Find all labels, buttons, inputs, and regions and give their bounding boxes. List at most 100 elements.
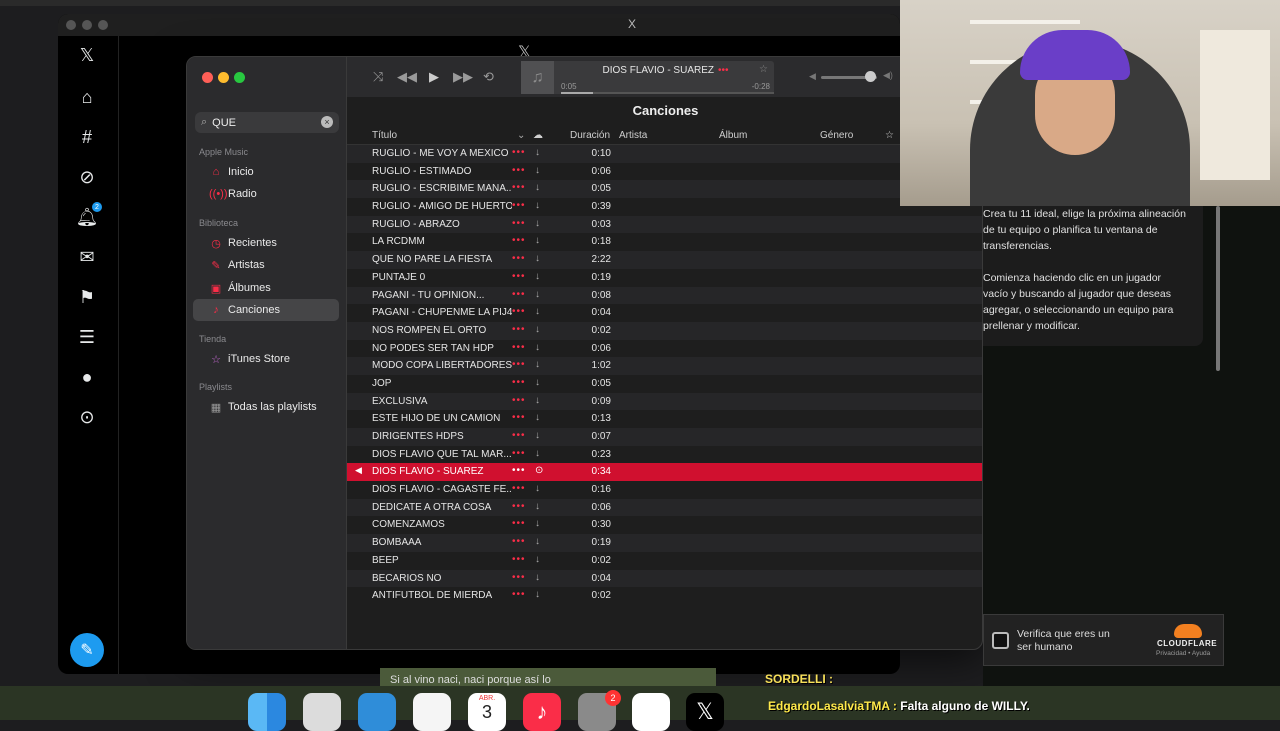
song-more-icon[interactable]: ••• xyxy=(512,395,526,406)
favorite-star-icon[interactable]: ☆ xyxy=(759,64,768,75)
search-input-value[interactable]: QUE xyxy=(212,117,236,129)
calendar-icon[interactable]: ABR. 3 xyxy=(468,693,506,731)
x-logo-icon[interactable]: 𝕏 xyxy=(74,42,100,68)
shuffle-icon[interactable]: ⤨ xyxy=(373,69,383,85)
window-minimize-button[interactable] xyxy=(82,20,92,30)
download-icon[interactable]: ⊙ xyxy=(535,465,543,476)
song-more-icon[interactable]: ••• xyxy=(512,483,526,494)
song-row[interactable]: RUGLIO - ME VOY A MEXICO ••• ↓ 0:10 xyxy=(347,145,982,163)
song-more-icon[interactable]: ••• xyxy=(512,430,526,441)
icloud-column-icon[interactable]: ☁ xyxy=(533,130,543,141)
song-more-icon[interactable]: ••• xyxy=(512,342,526,353)
song-row[interactable]: EXCLUSIVA ••• ↓ 0:09 xyxy=(347,392,982,411)
sort-chevron-icon[interactable]: ⌄ xyxy=(517,130,525,141)
song-row[interactable]: JOP ••• ↓ 0:05 xyxy=(347,375,982,393)
sidebar-item-canciones[interactable]: ♪ Canciones xyxy=(193,299,339,321)
close-window-button[interactable] xyxy=(202,72,213,83)
song-row[interactable]: DIOS FLAVIO QUE TAL MAR... ••• ↓ 0:23 xyxy=(347,446,982,464)
maximize-window-button[interactable] xyxy=(234,72,245,83)
song-more-icon[interactable]: ••• xyxy=(512,289,526,300)
download-icon[interactable]: ↓ xyxy=(535,218,540,229)
window-close-button[interactable] xyxy=(66,20,76,30)
song-more-icon[interactable]: ••• xyxy=(512,377,526,388)
song-row[interactable]: RUGLIO - ESCRIBIME MANA... ••• ↓ 0:05 xyxy=(347,180,982,199)
song-row[interactable]: NO PODES SER TAN HDP ••• ↓ 0:06 xyxy=(347,340,982,358)
column-genre[interactable]: Género xyxy=(820,130,853,141)
column-album[interactable]: Álbum xyxy=(719,130,747,141)
song-row[interactable]: RUGLIO - ABRAZO ••• ↓ 0:03 xyxy=(347,215,982,234)
song-row[interactable]: PUNTAJE 0 ••• ↓ 0:19 xyxy=(347,269,982,287)
download-icon[interactable]: ↓ xyxy=(535,306,540,317)
column-rating-star-icon[interactable]: ☆ xyxy=(885,130,894,141)
song-row[interactable]: DIOS FLAVIO - CAGASTE FE... ••• ↓ 0:16 xyxy=(347,481,982,499)
notifications-bell-icon[interactable]: 🔔︎ 2 xyxy=(74,202,102,230)
download-icon[interactable]: ↓ xyxy=(535,182,540,193)
x-app-icon[interactable]: 𝕏 xyxy=(686,693,724,731)
play-icon[interactable]: ▶ xyxy=(429,69,439,85)
download-icon[interactable]: ↓ xyxy=(535,165,540,176)
song-row[interactable]: BEEP ••• ↓ 0:02 xyxy=(347,552,982,570)
progress-scrubber[interactable] xyxy=(561,92,774,94)
song-more-icon[interactable]: ••• xyxy=(512,465,526,476)
song-row[interactable]: COMENZAMOS ••• ↓ 0:30 xyxy=(347,516,982,534)
song-row[interactable]: DIRIGENTES HDPS ••• ↓ 0:07 xyxy=(347,428,982,446)
sidebar-item-albumes[interactable]: ▣ Álbumes xyxy=(193,277,339,299)
song-more-icon[interactable]: ••• xyxy=(512,235,526,246)
download-icon[interactable]: ↓ xyxy=(535,324,540,335)
song-more-icon[interactable]: ••• xyxy=(512,218,526,229)
download-icon[interactable]: ↓ xyxy=(535,395,540,406)
profile-avatar-icon[interactable]: ● xyxy=(74,364,100,390)
song-more-icon[interactable]: ••• xyxy=(512,359,526,370)
grok-icon[interactable]: ⊘ xyxy=(74,164,100,190)
download-icon[interactable]: ↓ xyxy=(535,253,540,264)
song-more-icon[interactable]: ••• xyxy=(512,518,526,529)
song-row[interactable]: DEDICATE A OTRA COSA ••• ↓ 0:06 xyxy=(347,498,982,517)
song-more-icon[interactable]: ••• xyxy=(512,324,526,335)
finder-icon[interactable] xyxy=(248,693,286,731)
column-artist[interactable]: Artista xyxy=(619,130,647,141)
song-more-icon[interactable]: ••• xyxy=(512,536,526,547)
column-duration[interactable]: Duración xyxy=(570,130,610,141)
verify-checkbox[interactable] xyxy=(992,632,1009,649)
sidebar-item-todas-las-playlists[interactable]: ▦ Todas las playlists xyxy=(193,396,339,418)
sidebar-item-inicio[interactable]: ⌂ Inicio xyxy=(193,161,339,183)
download-icon[interactable]: ↓ xyxy=(535,271,540,282)
download-icon[interactable]: ↓ xyxy=(535,483,540,494)
song-row[interactable]: MODO COPA LIBERTADORES ••• ↓ 1:02 xyxy=(347,357,982,375)
slack-icon[interactable] xyxy=(632,693,670,731)
download-icon[interactable]: ↓ xyxy=(535,147,540,158)
download-icon[interactable]: ↓ xyxy=(535,200,540,211)
column-title[interactable]: Título xyxy=(372,130,397,141)
song-row[interactable]: PAGANI - TU OPINION... ••• ↓ 0:08 xyxy=(347,286,982,305)
cloudflare-links[interactable]: Privacidad • Ayuda xyxy=(1156,650,1210,657)
now-playing-display[interactable]: ♫ DIOS FLAVIO - SUAREZ ••• ☆ 0:05 -0:28 xyxy=(521,61,774,94)
messages-mail-icon[interactable]: ✉ xyxy=(74,244,100,270)
photos-icon[interactable] xyxy=(413,693,451,731)
sidebar-item-artistas[interactable]: ✎ Artistas xyxy=(193,254,339,276)
home-icon[interactable]: ⌂ xyxy=(74,84,100,110)
now-playing-more-icon[interactable]: ••• xyxy=(718,65,729,76)
search-field[interactable]: ⌕ QUE × xyxy=(195,112,339,133)
volume-knob[interactable] xyxy=(865,71,876,82)
song-more-icon[interactable]: ••• xyxy=(512,200,526,211)
safari-icon[interactable] xyxy=(358,693,396,731)
download-icon[interactable]: ↓ xyxy=(535,430,540,441)
download-icon[interactable]: ↓ xyxy=(535,572,540,583)
song-more-icon[interactable]: ••• xyxy=(512,572,526,583)
song-row[interactable]: RUGLIO - AMIGO DE HUERTO ••• ↓ 0:39 xyxy=(347,198,982,216)
song-more-icon[interactable]: ••• xyxy=(512,253,526,264)
download-icon[interactable]: ↓ xyxy=(535,518,540,529)
lists-icon[interactable]: ☰ xyxy=(74,324,100,350)
song-row[interactable]: QUE NO PARE LA FIESTA ••• ↓ 2:22 xyxy=(347,251,982,269)
compose-post-button[interactable]: ✎ xyxy=(70,633,104,667)
next-track-icon[interactable]: ▶▶ xyxy=(453,69,473,85)
music-app-icon[interactable]: ♪ xyxy=(523,693,561,731)
download-icon[interactable]: ↓ xyxy=(535,342,540,353)
song-row-now-playing[interactable]: ◀ DIOS FLAVIO - SUAREZ ••• ⊙ 0:34 xyxy=(347,463,982,482)
song-row[interactable]: PAGANI - CHUPENME LA PIJ4 ••• ↓ 0:04 xyxy=(347,304,982,322)
download-icon[interactable]: ↓ xyxy=(535,359,540,370)
song-more-icon[interactable]: ••• xyxy=(512,182,526,193)
song-more-icon[interactable]: ••• xyxy=(512,501,526,512)
download-icon[interactable]: ↓ xyxy=(535,448,540,459)
song-row[interactable]: ANTIFUTBOL DE MIERDA ••• ↓ 0:02 xyxy=(347,587,982,605)
